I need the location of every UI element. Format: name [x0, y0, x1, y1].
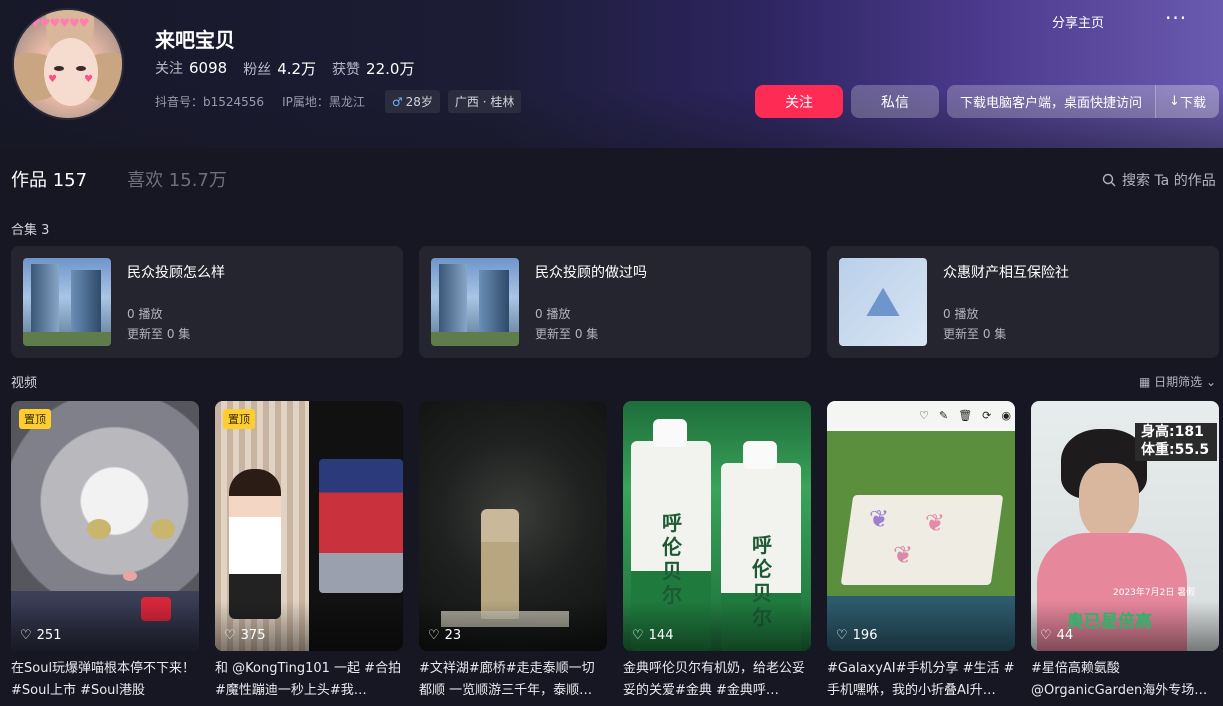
- video-likes: ♡ 196: [836, 628, 878, 643]
- collection-title: 民众投顾的做过吗: [535, 265, 647, 281]
- collection-card[interactable]: 民众投顾怎么样 0 播放 更新至 0 集: [11, 246, 403, 358]
- video-likes: ♡ 144: [632, 628, 674, 643]
- heart-icon: ♡: [428, 628, 440, 643]
- collection-thumbnail: [431, 258, 519, 346]
- video-card[interactable]: 置顶 ♡ 375: [215, 401, 403, 651]
- thumbnail-date: 2023年7月2日 暑假: [1113, 588, 1196, 598]
- stat-likes: 获赞 22.0万: [332, 60, 415, 78]
- message-button[interactable]: 私信: [851, 85, 939, 118]
- videos-label: 视频: [11, 376, 38, 391]
- collection-card[interactable]: ⛰ 众惠财产相互保险社 0 播放 更新至 0 集: [827, 246, 1219, 358]
- thumbnail-caption: 奥已星倍高: [1067, 612, 1152, 632]
- heart-icon: ♡: [224, 628, 236, 643]
- video-toolbar: ♡ ✎ 🗑 ⟳ ◉: [919, 409, 1011, 422]
- chevron-down-icon: ⌄: [1206, 375, 1217, 389]
- video-likes: ♡ 375: [224, 628, 266, 643]
- download-client-button[interactable]: 下载电脑客户端，桌面快捷访问 ↓ 下载: [947, 85, 1219, 118]
- milk-brand-text: 呼伦贝尔: [662, 511, 682, 607]
- tab-likes[interactable]: 喜欢 15.7万: [127, 166, 227, 192]
- collection-plays: 0 播放: [127, 307, 163, 321]
- video-likes: ♡ 44: [1040, 628, 1074, 643]
- collection-title: 民众投顾怎么样: [127, 265, 225, 281]
- profile-stats: 关注 6098 粉丝 4.2万 获赞 22.0万: [155, 58, 414, 79]
- download-button[interactable]: ↓ 下载: [1155, 85, 1219, 118]
- follow-button[interactable]: 关注: [755, 85, 843, 118]
- edit-icon[interactable]: ✎: [939, 409, 948, 422]
- video-card[interactable]: ♡ 23: [419, 401, 607, 651]
- collection-updated: 更新至 0 集: [535, 327, 599, 341]
- download-icon: ↓: [1169, 94, 1180, 109]
- stat-followers[interactable]: 粉丝 4.2万: [243, 58, 316, 79]
- profile-meta: 抖音号：b1524556 IP属地：黑龙江 ♂ 28岁 广西 · 桂林: [155, 90, 522, 113]
- profile-name: 来吧宝贝: [155, 28, 235, 52]
- video-description[interactable]: 金典呼伦贝尔有机奶，给老公妥妥的关爱#金典 #金典呼…: [623, 658, 811, 702]
- video-likes: ♡ 251: [20, 628, 62, 643]
- more-icon[interactable]: ···: [1165, 6, 1187, 30]
- male-icon: ♂: [391, 95, 403, 109]
- collection-plays: 0 播放: [535, 307, 571, 321]
- video-card[interactable]: 呼伦贝尔 呼伦贝尔 ♡144: [623, 401, 811, 651]
- height-weight-label: 身高:181 体重:55.5: [1135, 423, 1217, 461]
- video-description[interactable]: #GalaxyAI#手机分享 #生活 #手机嘿咻，我的小折叠AI升…: [827, 658, 1015, 702]
- video-description[interactable]: 在Soul玩爆弹喵根本停不下来！#Soul上市 #Soul港股: [11, 658, 199, 702]
- date-filter[interactable]: ▦ 日期筛选 ⌄: [1139, 373, 1216, 390]
- video-card[interactable]: 身高:181 体重:55.5 2023年7月2日 暑假 奥已星倍高 ♡ 44: [1031, 401, 1219, 651]
- eye-icon[interactable]: ◉: [1001, 409, 1011, 422]
- insurance-logo-icon: ⛰: [865, 277, 901, 326]
- video-description[interactable]: #文祥湖#廊桥#走走泰顺一切都顺 一览顺游三千年，泰顺…: [419, 658, 607, 702]
- collections-label: 合集 3: [11, 223, 50, 238]
- search-works[interactable]: 搜索 Ta 的作品: [1102, 170, 1216, 190]
- collection-thumbnail: [23, 258, 111, 346]
- refresh-icon[interactable]: ⟳: [982, 409, 991, 422]
- collection-plays: 0 播放: [943, 307, 979, 321]
- pinned-badge: 置顶: [223, 409, 255, 429]
- collection-updated: 更新至 0 集: [943, 327, 1007, 341]
- collection-updated: 更新至 0 集: [127, 327, 191, 341]
- delete-icon[interactable]: 🗑: [958, 409, 972, 422]
- douyin-id: 抖音号：b1524556: [155, 95, 265, 109]
- profile-tabs: 作品 157 喜欢 15.7万: [11, 166, 227, 192]
- share-home-button[interactable]: 分享主页: [1052, 12, 1104, 31]
- heart-outline-icon[interactable]: ♡: [919, 409, 929, 422]
- pinned-badge: 置顶: [19, 409, 51, 429]
- profile-header: ♥ ♥ ♥♥♥♥♥♥ 来吧宝贝 关注 6098 粉丝 4.2万 获赞 22.0万 抖音…: [0, 0, 1223, 148]
- collection-title: 众惠财产相互保险社: [943, 265, 1069, 281]
- search-icon: [1102, 173, 1116, 187]
- collection-card[interactable]: 民众投顾的做过吗 0 播放 更新至 0 集: [419, 246, 811, 358]
- avatar[interactable]: ♥ ♥ ♥♥♥♥♥♥: [12, 8, 124, 120]
- age-tag: ♂ 28岁: [384, 90, 440, 113]
- download-client-text: 下载电脑客户端，桌面快捷访问: [960, 96, 1143, 111]
- calendar-icon: ▦: [1139, 375, 1151, 389]
- collection-thumbnail: ⛰: [839, 258, 927, 346]
- flower-crown-icon: ♥♥♥♥♥♥: [30, 16, 90, 30]
- heart-icon: ♡: [20, 628, 32, 643]
- video-description[interactable]: 和 @KongTing101 一起 #合拍 #魔性蹦迪一秒上头#我…: [215, 658, 403, 702]
- video-card[interactable]: 置顶 ♡ 251: [11, 401, 199, 651]
- video-description[interactable]: #星倍高赖氨酸 @OrganicGarden海外专场…: [1031, 658, 1219, 702]
- heart-icon: ♡: [1040, 628, 1052, 643]
- tab-works[interactable]: 作品 157: [11, 166, 87, 192]
- heart-icon: ♡: [632, 628, 644, 643]
- stat-following[interactable]: 关注 6098: [155, 58, 227, 79]
- video-likes: ♡ 23: [428, 628, 462, 643]
- video-card[interactable]: ❦ ❦ ❦ ♡ ✎ 🗑 ⟳ ◉ ♡ 196: [827, 401, 1015, 651]
- ip-location: IP属地：黑龙江: [282, 95, 365, 109]
- location-tag: 广西 · 桂林: [447, 90, 522, 113]
- heart-icon: ♡: [836, 628, 848, 643]
